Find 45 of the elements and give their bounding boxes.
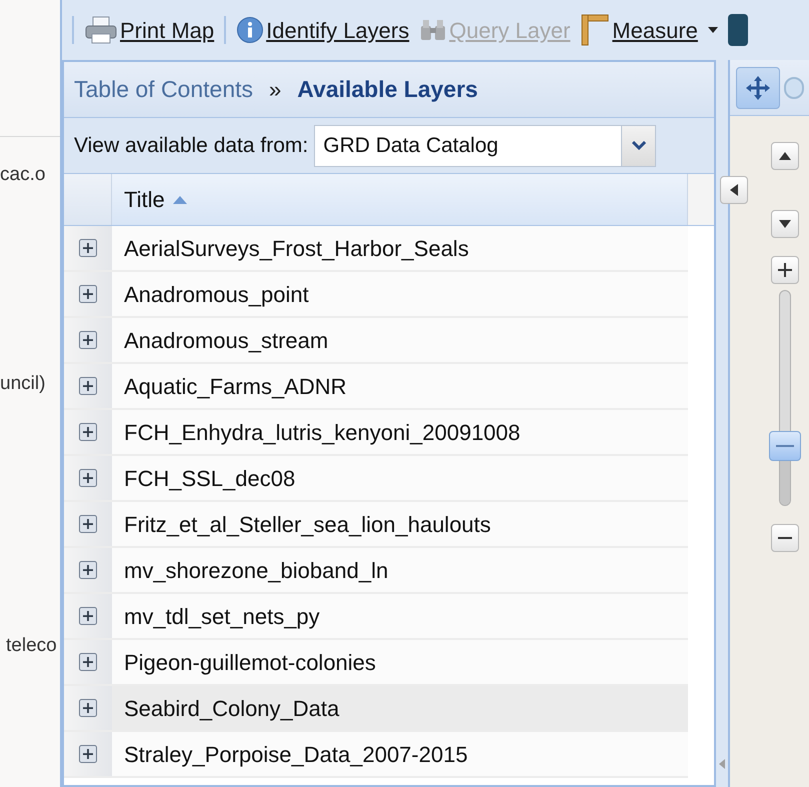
expand-icon[interactable] bbox=[79, 469, 97, 487]
triangle-up-icon bbox=[778, 152, 790, 160]
pan-down-button[interactable] bbox=[770, 210, 798, 238]
move-arrows-icon bbox=[745, 74, 771, 100]
triangle-down-icon bbox=[778, 220, 790, 228]
minus-icon bbox=[778, 537, 792, 539]
map-thumbnail-icon[interactable] bbox=[728, 14, 748, 46]
expand-icon[interactable] bbox=[79, 699, 97, 717]
plus-icon bbox=[778, 263, 792, 277]
zoom-out-button[interactable] bbox=[770, 524, 798, 552]
ruler-icon bbox=[580, 13, 610, 47]
toolbar-link[interactable]: Print Map bbox=[84, 14, 214, 46]
binoculars-icon bbox=[419, 18, 448, 42]
expand-icon[interactable] bbox=[79, 239, 97, 257]
triangle-left-icon bbox=[730, 184, 738, 196]
source-label: View available data from: bbox=[74, 132, 308, 159]
zoom-slider-thumb[interactable] bbox=[768, 430, 800, 461]
toolbar-link[interactable]: Identify Layers bbox=[236, 14, 410, 46]
expand-icon[interactable] bbox=[79, 423, 97, 441]
toolbar-link[interactable]: Measure bbox=[580, 13, 698, 47]
breadcrumb-separator: » bbox=[269, 76, 282, 104]
side-text: cac.o bbox=[0, 163, 46, 187]
expand-icon[interactable] bbox=[79, 745, 97, 763]
expand-icon[interactable] bbox=[79, 607, 97, 625]
source-dropdown[interactable]: GRD Data Catalog bbox=[314, 124, 656, 166]
side-text: teleco bbox=[6, 634, 58, 658]
pan-tool-button[interactable] bbox=[736, 66, 780, 108]
expand-icon[interactable] bbox=[79, 285, 97, 303]
info-icon bbox=[236, 16, 264, 44]
pan-up-button[interactable] bbox=[770, 142, 798, 170]
caret-icon[interactable] bbox=[708, 27, 718, 33]
expand-icon[interactable] bbox=[79, 561, 97, 579]
zoom-in-button[interactable] bbox=[770, 256, 798, 284]
column-header[interactable]: Title bbox=[112, 174, 688, 225]
breadcrumb-link[interactable]: Table of Contents bbox=[74, 72, 254, 107]
expand-icon[interactable] bbox=[79, 331, 97, 349]
pan-left-button[interactable] bbox=[720, 176, 748, 204]
chevron-down-icon bbox=[632, 141, 646, 150]
breadcrumb-current: Available Layers bbox=[297, 75, 478, 104]
side-text: uncil) bbox=[0, 372, 46, 396]
expand-icon[interactable] bbox=[79, 653, 97, 671]
expand-icon[interactable] bbox=[79, 377, 97, 395]
printer-icon bbox=[84, 15, 118, 45]
expand-icon[interactable] bbox=[79, 515, 97, 533]
header-corner-cell bbox=[64, 174, 112, 225]
